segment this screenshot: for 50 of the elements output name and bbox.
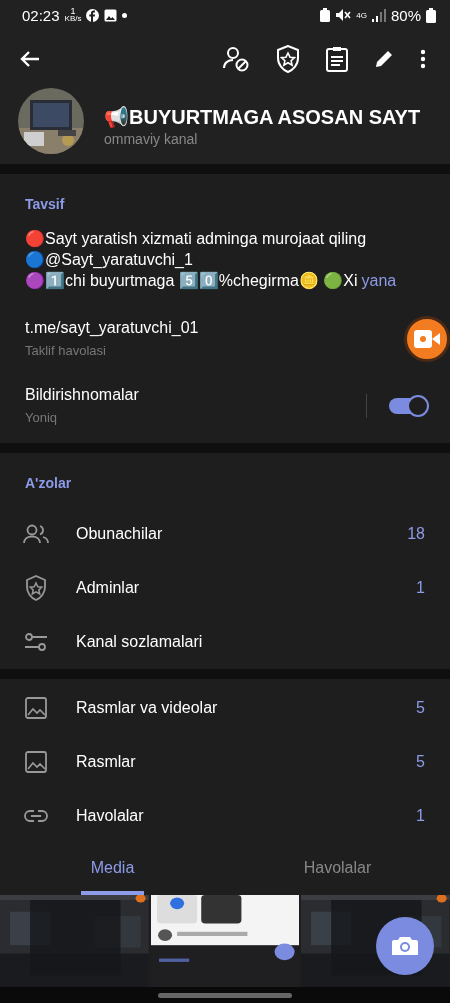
notifications-status: Yoniq [25, 410, 58, 425]
list-item-label[interactable]: Obunachilar [76, 525, 408, 543]
signal-icon [371, 8, 386, 22]
mute-icon [335, 8, 352, 22]
dot-icon [122, 12, 128, 18]
item-count: 1 [416, 807, 425, 825]
image-icon [22, 751, 50, 773]
status-time: 02:23 [22, 6, 60, 24]
list-item-label[interactable]: Adminlar [76, 579, 417, 597]
notifications-title: Bildirishnomalar [25, 386, 139, 404]
video-camera-icon [414, 329, 440, 348]
clipboard-icon[interactable] [326, 46, 348, 72]
battery-level: 80% [390, 6, 421, 24]
block-user-icon[interactable] [222, 46, 250, 72]
shield-star-icon[interactable] [276, 45, 300, 73]
record-button[interactable] [404, 315, 450, 362]
section-title: Tavsif [24, 196, 66, 212]
list-item-label[interactable]: Rasmlar va videolar [76, 699, 417, 717]
facebook-icon [86, 8, 100, 22]
people-icon [22, 524, 50, 544]
speed-value: 1 [70, 7, 76, 15]
more-icon[interactable] [420, 49, 426, 69]
item-count: 5 [416, 699, 425, 717]
section-title: A'zolar [24, 475, 73, 491]
tab[interactable]: Havolalar [225, 845, 450, 895]
description-line: 🟣1⃣chi buyurtmaga 5⃣0⃣%chegirma🪙 🟢Xi [25, 272, 358, 289]
sliders-icon [22, 632, 50, 652]
item-count: 1 [416, 579, 425, 597]
description-line: 🔴Sayt yaratish xizmati adminga murojaat qiling [25, 230, 367, 247]
camera-icon [392, 935, 418, 957]
link-icon [22, 809, 50, 823]
item-count: 18 [407, 525, 425, 543]
more-link[interactable]: yana [361, 272, 397, 289]
battery-icon [426, 7, 436, 23]
network-type: 4G [356, 10, 367, 20]
back-icon[interactable] [20, 50, 40, 68]
invite-label: Taklif havolasi [25, 343, 106, 358]
image-icon [22, 697, 50, 719]
tab[interactable]: Media [0, 845, 225, 895]
list-item-label[interactable]: Havolalar [76, 807, 417, 825]
edit-icon[interactable] [374, 49, 394, 69]
channel-name: 📢BUYURTMAGA ASOSAN SAYT [104, 105, 421, 129]
list-item-label[interactable]: Kanal sozlamalari [76, 633, 425, 651]
speed-unit: KB/s [64, 15, 82, 23]
list-item-label[interactable]: Rasmlar [76, 753, 417, 771]
description-line: 🔵@Sayt_yaratuvchi_1 [25, 251, 193, 268]
channel-type: ommaviy kanal [104, 131, 199, 147]
item-count: 5 [416, 753, 425, 771]
invite-link[interactable]: t.me/sayt_yaratuvchi_01 [25, 319, 199, 337]
image-icon [104, 8, 118, 22]
